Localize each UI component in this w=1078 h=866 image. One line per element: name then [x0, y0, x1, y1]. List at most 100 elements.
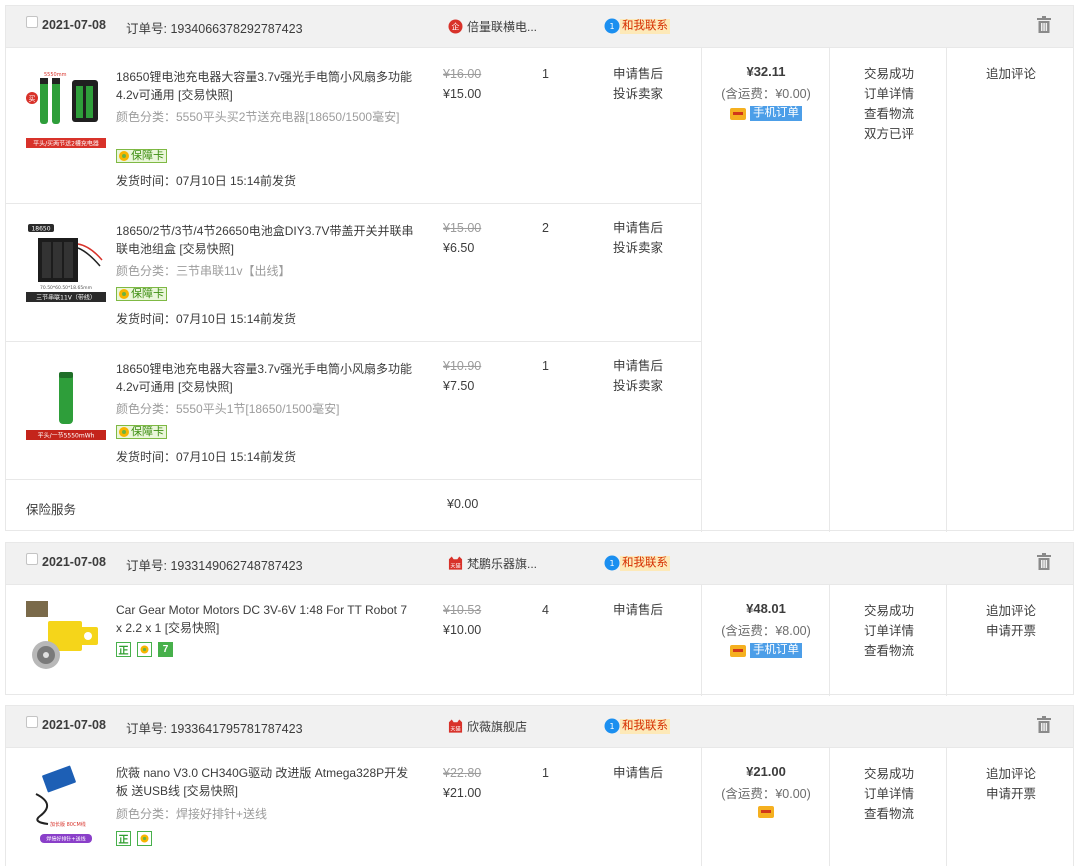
guarantee-card-label: 保障卡 — [131, 150, 164, 162]
insurance-service-price: ¥0.00 — [447, 497, 479, 511]
apply-after-sale-link[interactable]: 申请售后 — [613, 600, 663, 620]
thumb-dims-label: 70.50*60.50*18.65mm — [40, 285, 92, 291]
view-logistics-link[interactable]: 查看物流 — [864, 804, 914, 824]
order-card: 2021-07-08 订单号: 1933149062748787423 天猫 梵… — [5, 542, 1074, 696]
product-thumbnail[interactable] — [26, 601, 106, 681]
order-checkbox[interactable] — [26, 553, 38, 565]
product-thumbnail[interactable]: 18650 70.50*60.50*18.65mm 三节串联11V（带线） — [26, 222, 106, 302]
guarantee-card-label: 保障卡 — [131, 288, 164, 300]
shop-link[interactable]: 天猫 欣薇旗舰店 — [448, 718, 527, 735]
seven-day-return-icon[interactable]: 7 — [158, 642, 173, 657]
trash-icon[interactable] — [1036, 716, 1052, 734]
shipping-fee: (含运费：¥0.00) — [721, 787, 811, 801]
original-price: ¥22.80 — [443, 766, 482, 780]
product-attribute: 颜色分类：5550平头1节[18650/1500毫安] — [116, 402, 340, 416]
order-total: ¥21.00 — [746, 764, 786, 779]
after-sale-links: 申请售后 投诉卖家 — [613, 356, 663, 396]
order-total-block: ¥32.11 (含运费：¥0.00) 手机订单 — [702, 48, 830, 121]
order-total-block: ¥48.01 (含运费：¥8.00) 手机订单 — [702, 585, 830, 658]
order-header: 2021-07-08 订单号: 1933641795781787423 天猫 欣… — [6, 706, 1073, 748]
order-checkbox[interactable] — [26, 716, 38, 728]
product-title-link[interactable]: Car Gear Motor Motors DC 3V-6V 1:48 For … — [116, 601, 411, 637]
order-status-links: 交易成功 订单详情 查看物流 — [864, 764, 914, 824]
quantity: 1 — [542, 766, 549, 780]
tmall-icon-text: 天猫 — [450, 561, 460, 569]
trade-status: 交易成功 — [864, 67, 915, 81]
order-ops: 追加评论 — [986, 64, 1036, 84]
divider — [6, 341, 701, 342]
chat-bubble-icon: 1 — [604, 18, 620, 34]
guarantee-card-badge[interactable]: 保障卡 — [116, 425, 167, 439]
trash-icon[interactable] — [1036, 553, 1052, 571]
order-date: 2021-07-08 — [42, 18, 106, 32]
both-reviewed-status: 双方已评 — [864, 127, 915, 141]
complain-seller-link[interactable]: 投诉卖家 — [613, 84, 663, 104]
divider — [946, 48, 947, 532]
thumb-side-label: 买 — [29, 95, 36, 103]
apply-after-sale-link[interactable]: 申请售后 — [613, 763, 663, 783]
product-title-link[interactable]: 18650/2节/3节/4节26650电池盒DIY3.7V带盖开关并联串联电池组… — [116, 222, 416, 258]
order-number: 订单号: 1933641795781787423 — [126, 722, 303, 736]
divider — [6, 479, 701, 480]
after-sale-links: 申请售后 投诉卖家 — [613, 218, 663, 258]
shop-name: 欣薇旗舰店 — [467, 720, 528, 734]
guarantee-card-badge[interactable]: 保障卡 — [116, 149, 167, 163]
original-price: ¥10.90 — [443, 359, 482, 373]
complain-seller-link[interactable]: 投诉卖家 — [613, 238, 663, 258]
contact-seller-button[interactable]: 1 和我联系 — [604, 555, 670, 571]
shield-flower-icon[interactable] — [137, 642, 152, 657]
badge-row: 保障卡 — [116, 425, 167, 439]
shop-link[interactable]: 企 倍量联横电... — [448, 18, 537, 35]
ship-time: 发货时间：07月10日 15:14前发货 — [116, 312, 297, 326]
order-checkbox[interactable] — [26, 16, 38, 28]
trade-status: 交易成功 — [864, 767, 915, 781]
shop-link[interactable]: 天猫 梵鹏乐器旗... — [448, 555, 537, 572]
append-review-link[interactable]: 追加评论 — [986, 64, 1036, 84]
divider — [946, 748, 947, 866]
shield-flower-icon[interactable] — [137, 831, 152, 846]
contact-seller-button[interactable]: 1 和我联系 — [604, 18, 670, 34]
wallet-icon — [758, 806, 774, 818]
contact-seller-button[interactable]: 1 和我联系 — [604, 718, 670, 734]
order-detail-link[interactable]: 订单详情 — [864, 621, 914, 641]
tmall-icon-text: 天猫 — [450, 724, 460, 732]
product-thumbnail[interactable]: 买 5550mm 平头/买两节送2槽充电器 — [26, 68, 106, 148]
apply-after-sale-link[interactable]: 申请售后 — [613, 356, 663, 376]
append-review-link[interactable]: 追加评论 — [986, 764, 1036, 784]
mobile-order-tag: 手机订单 — [750, 643, 802, 658]
request-invoice-link[interactable]: 申请开票 — [986, 621, 1036, 641]
product-title-link[interactable]: 18650锂电池充电器大容量3.7v强光手电筒小风扇多功能4.2v可通用 [交易… — [116, 68, 416, 104]
product-title-link[interactable]: 欣薇 nano V3.0 CH340G驱动 改进版 Atmega328P开发板 … — [116, 764, 416, 800]
shield-flower-icon — [117, 149, 131, 163]
view-logistics-link[interactable]: 查看物流 — [864, 104, 914, 124]
append-review-link[interactable]: 追加评论 — [986, 601, 1036, 621]
trade-status: 交易成功 — [864, 604, 915, 618]
order-ops: 追加评论 申请开票 — [986, 601, 1036, 641]
order-header: 2021-07-08 订单号: 1934066378292787423 企 倍量… — [6, 6, 1073, 48]
trash-icon[interactable] — [1036, 16, 1052, 34]
original-price: ¥10.53 — [443, 603, 482, 617]
quantity: 2 — [542, 221, 549, 235]
order-date: 2021-07-08 — [42, 718, 106, 732]
guarantee-card-label: 保障卡 — [131, 426, 164, 438]
view-logistics-link[interactable]: 查看物流 — [864, 641, 914, 661]
product-title-link[interactable]: 18650锂电池充电器大容量3.7v强光手电筒小风扇多功能4.2v可通用 [交易… — [116, 360, 416, 396]
order-detail-link[interactable]: 订单详情 — [864, 84, 914, 104]
badge-row: 正 — [116, 831, 152, 846]
complain-seller-link[interactable]: 投诉卖家 — [613, 376, 663, 396]
product-thumbnail[interactable]: 加长版 80CM线 焊接好排针+送线 — [26, 764, 106, 844]
quantity: 1 — [542, 67, 549, 81]
guarantee-card-badge[interactable]: 保障卡 — [116, 287, 167, 301]
shield-flower-icon — [117, 425, 131, 439]
order-detail-link[interactable]: 订单详情 — [864, 784, 914, 804]
product-thumbnail[interactable]: 平头/一节5550mWh — [26, 360, 106, 440]
genuine-icon[interactable]: 正 — [116, 831, 131, 846]
genuine-icon[interactable]: 正 — [116, 642, 131, 657]
thumb-top-label: 18650 — [31, 226, 50, 233]
mobile-order-tag: 手机订单 — [750, 106, 802, 121]
actual-price: ¥21.00 — [443, 786, 482, 800]
apply-after-sale-link[interactable]: 申请售后 — [613, 64, 663, 84]
order-total: ¥32.11 — [746, 64, 786, 79]
apply-after-sale-link[interactable]: 申请售后 — [613, 218, 663, 238]
request-invoice-link[interactable]: 申请开票 — [986, 784, 1036, 804]
